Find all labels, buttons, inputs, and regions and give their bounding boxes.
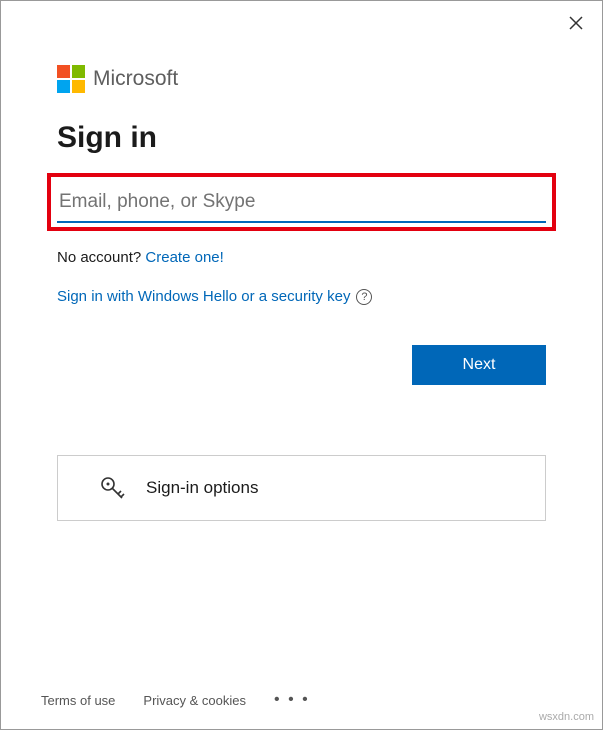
create-account-link[interactable]: Create one! <box>145 249 223 266</box>
signin-options-label: Sign-in options <box>146 478 258 498</box>
more-icon[interactable]: • • • <box>274 691 310 709</box>
brand-row: Microsoft <box>57 65 546 93</box>
no-account-text: No account? <box>57 249 141 266</box>
microsoft-logo-icon <box>57 65 85 93</box>
signin-dialog: Microsoft Sign in No account? Create one… <box>0 0 603 730</box>
close-icon <box>569 16 583 30</box>
identity-input[interactable] <box>57 183 546 223</box>
help-icon[interactable]: ? <box>356 289 372 305</box>
input-highlight-box <box>47 173 556 231</box>
hello-row: Sign in with Windows Hello or a security… <box>57 288 546 305</box>
button-row: Next <box>57 345 546 385</box>
dialog-content: Microsoft Sign in No account? Create one… <box>1 1 602 521</box>
footer: Terms of use Privacy & cookies • • • <box>41 691 310 709</box>
terms-link[interactable]: Terms of use <box>41 693 115 708</box>
key-icon <box>98 474 126 502</box>
next-button[interactable]: Next <box>412 345 546 385</box>
no-account-row: No account? Create one! <box>57 249 546 266</box>
signin-options-button[interactable]: Sign-in options <box>57 455 546 521</box>
windows-hello-link[interactable]: Sign in with Windows Hello or a security… <box>57 288 350 305</box>
brand-text: Microsoft <box>93 67 178 91</box>
close-button[interactable] <box>566 13 586 33</box>
page-title: Sign in <box>57 121 546 155</box>
privacy-link[interactable]: Privacy & cookies <box>143 693 246 708</box>
watermark-text: wsxdn.com <box>539 711 594 723</box>
